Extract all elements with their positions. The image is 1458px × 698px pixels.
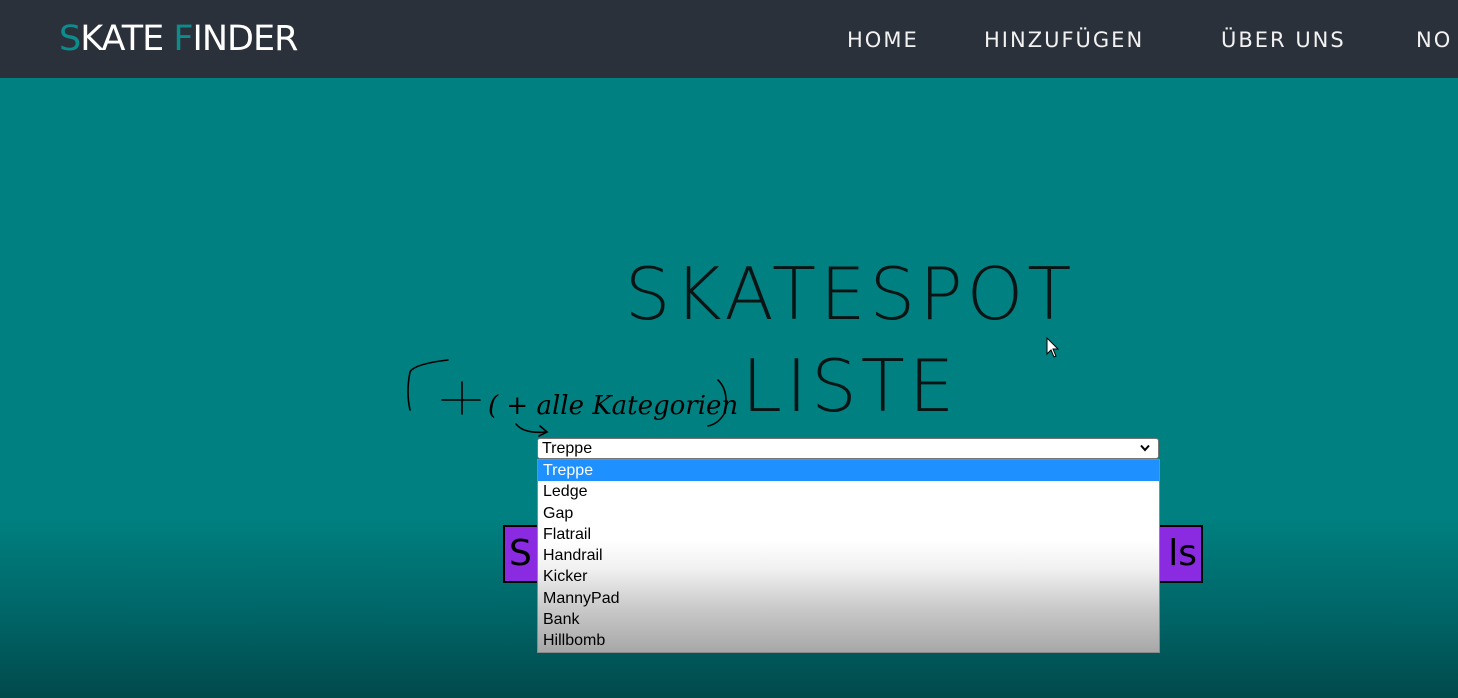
handwritten-annotation: ( + alle Kategorien ) [407,359,740,437]
logo-text-kate: KATE [80,19,174,59]
chevron-down-icon [1140,444,1150,452]
category-select[interactable]: Treppe [537,438,1159,459]
nav-link-hinzufuegen[interactable]: HINZUFÜGEN [984,27,1144,53]
logo-accent-s: S [59,19,81,59]
option-gap[interactable]: Gap [538,503,1159,524]
option-kicker[interactable]: Kicker [538,566,1159,587]
option-bank[interactable]: Bank [538,609,1159,630]
category-select-value: Treppe [542,440,593,457]
page-title-line1: SKATESPOT [624,252,1076,336]
nav-link-ueber-uns[interactable]: ÜBER UNS [1221,27,1346,53]
option-treppe[interactable]: Treppe [538,460,1159,482]
nav-link-partial[interactable]: NO [1416,27,1452,53]
logo-accent-f: F [173,19,193,59]
option-hillbomb[interactable]: Hillbomb [538,630,1159,651]
mouse-cursor-icon [1046,337,1060,358]
annotation-text: ( + alle Kategorien ) [488,391,740,421]
logo[interactable]: SKATE FINDER [59,18,299,60]
option-mannypad[interactable]: MannyPad [538,588,1159,609]
option-ledge[interactable]: Ledge [538,481,1159,502]
option-handrail[interactable]: Handrail [538,545,1159,566]
navbar: SKATE FINDER HOME HINZUFÜGEN ÜBER UNS NO [0,0,1458,78]
category-dropdown-list: Treppe Ledge Gap Flatrail Handrail Kicke… [537,459,1160,653]
purple-button-text-right: ls [1168,533,1197,574]
option-flatrail[interactable]: Flatrail [538,524,1159,545]
purple-button-text-left: S [509,533,532,574]
nav-link-home[interactable]: HOME [847,27,919,53]
logo-text-inder: INDER [192,19,299,59]
